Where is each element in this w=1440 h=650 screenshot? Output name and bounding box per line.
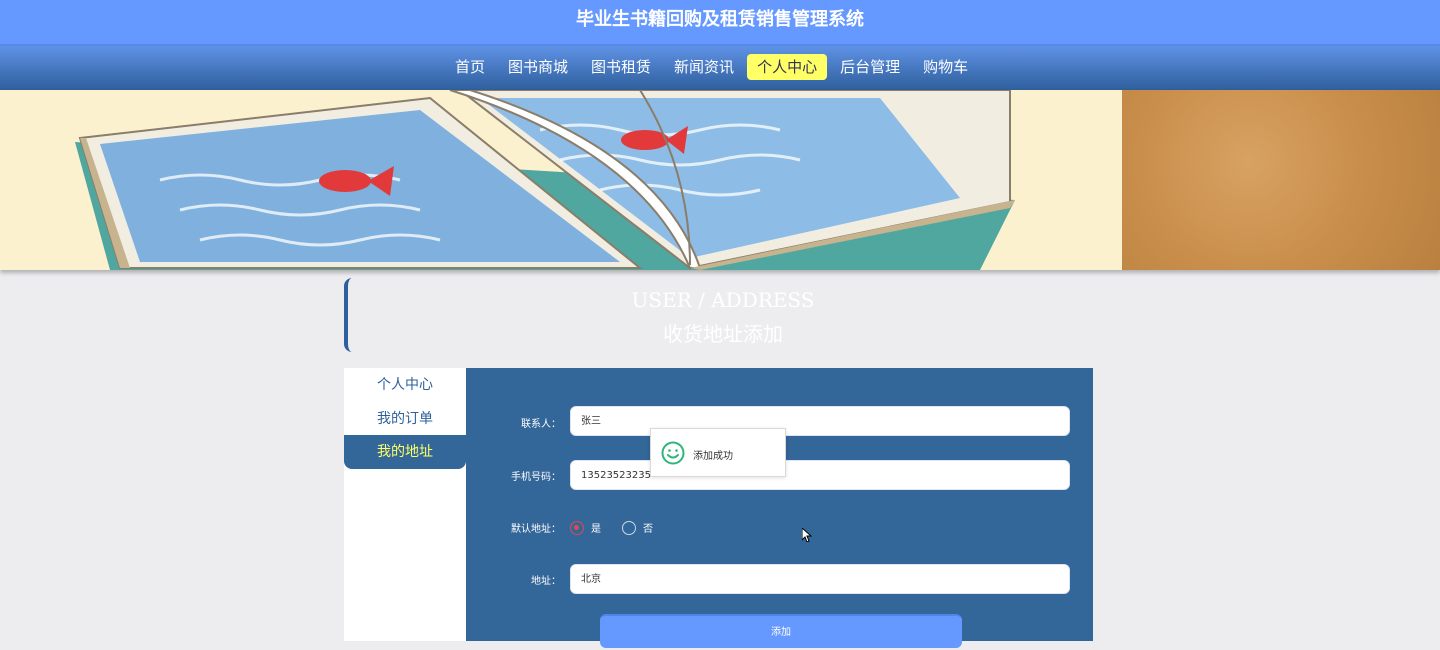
contact-label: 联系人： — [521, 419, 561, 430]
default-address-label: 默认地址： — [511, 524, 561, 535]
section-title-en: USER / ADDRESS — [631, 288, 815, 312]
address-form: 联系人： 张三 手机号码： 13523523235 默认地址： 是 否 地址： … — [466, 368, 1093, 648]
default-no-option[interactable]: 否 — [622, 520, 653, 535]
radio-no[interactable] — [622, 520, 636, 535]
mouse-cursor-icon — [802, 528, 812, 542]
radio-yes-label: 是 — [591, 524, 601, 535]
add-button[interactable]: 添加 — [600, 614, 962, 648]
nav-cart[interactable]: 购物车 — [913, 54, 978, 80]
user-sidebar: 个人中心 我的订单 我的地址 — [344, 368, 466, 641]
nav-book-rental[interactable]: 图书租赁 — [581, 54, 661, 80]
nav-book-mall[interactable]: 图书商城 — [498, 54, 578, 80]
nav-personal-center[interactable]: 个人中心 — [747, 54, 828, 80]
sidebar-item-my-address[interactable]: 我的地址 — [344, 435, 466, 469]
nav-news[interactable]: 新闻资讯 — [664, 54, 744, 80]
address-label: 地址： — [531, 576, 561, 587]
toast-message: 添加成功 — [693, 451, 733, 462]
nav-admin[interactable]: 后台管理 — [830, 54, 910, 80]
smile-icon — [661, 441, 685, 465]
success-toast: 添加成功 — [650, 428, 786, 477]
app-header: 毕业生书籍回购及租赁销售管理系统 — [0, 0, 1440, 46]
open-book-illustration — [0, 90, 1122, 270]
phone-label: 手机号码： — [511, 472, 561, 483]
radio-no-label: 否 — [643, 524, 653, 535]
app-title: 毕业生书籍回购及租赁销售管理系统 — [576, 9, 864, 30]
main-nav: 首页 图书商城 图书租赁 新闻资讯 个人中心 后台管理 购物车 — [0, 46, 1440, 90]
section-heading: USER / ADDRESS 收货地址添加 — [344, 278, 1098, 352]
sidebar-item-my-orders[interactable]: 我的订单 — [344, 402, 466, 436]
address-input[interactable]: 北京 — [570, 564, 1070, 594]
default-yes-option[interactable]: 是 — [570, 520, 601, 535]
contact-input[interactable]: 张三 — [570, 406, 1070, 436]
radio-yes[interactable] — [570, 520, 584, 535]
section-title-cn: 收货地址添加 — [663, 322, 783, 346]
phone-input[interactable]: 13523523235 — [570, 460, 1070, 490]
banner-image — [0, 90, 1440, 270]
textured-wall-image — [1122, 90, 1440, 270]
sidebar-item-personal-center[interactable]: 个人中心 — [344, 368, 466, 402]
nav-home[interactable]: 首页 — [445, 54, 495, 80]
